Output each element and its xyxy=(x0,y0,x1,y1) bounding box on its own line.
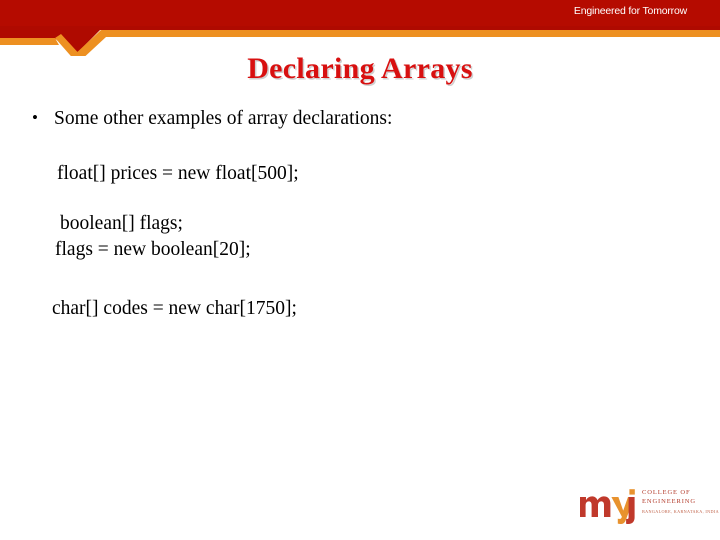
mvj-wordmark-icon xyxy=(580,489,635,524)
mvj-college-logo: COLLEGE OF ENGINEERING BANGALORE, KARNAT… xyxy=(578,484,720,528)
header-orange-right xyxy=(101,30,720,37)
header-orange-left xyxy=(0,38,59,45)
code-line-2: boolean[] flags; xyxy=(0,211,720,237)
code-text: char[] codes = new char[1750]; xyxy=(52,298,297,319)
logo-line-engineering: ENGINEERING xyxy=(642,497,696,505)
bullet-text: Some other examples of array declaration… xyxy=(54,108,393,129)
logo-line-college: COLLEGE OF xyxy=(642,489,691,496)
bullet-icon: • xyxy=(32,108,38,127)
slide-canvas: Engineered for Tomorrow Declaring Arrays… xyxy=(0,0,720,540)
slide-content: • Some other examples of array declarati… xyxy=(0,106,720,319)
page-title: Declaring Arrays xyxy=(247,52,473,85)
code-text: flags = new boolean[20]; xyxy=(55,239,251,260)
code-text: boolean[] flags; xyxy=(60,213,183,234)
code-line-1: float[] prices = new float[500]; xyxy=(0,161,720,187)
code-line-3: flags = new boolean[20]; xyxy=(0,237,720,263)
logo-text-block: COLLEGE OF ENGINEERING BANGALORE, KARNAT… xyxy=(642,489,720,515)
list-item: • Some other examples of array declarati… xyxy=(26,106,720,132)
code-line-4: char[] codes = new char[1750]; xyxy=(0,296,720,322)
logo-tagline: BANGALORE, KARNATAKA, INDIA xyxy=(642,508,720,514)
header-banner: Engineered for Tomorrow xyxy=(0,0,720,56)
header-tagline: Engineered for Tomorrow xyxy=(573,5,687,17)
code-text: float[] prices = new float[500]; xyxy=(57,163,299,184)
